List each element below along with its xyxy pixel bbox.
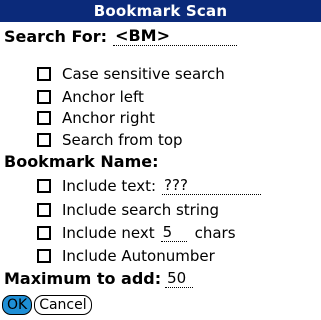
search-label: Search For: (4, 27, 108, 46)
checkbox-include-text[interactable]: Include text: ??? (0, 175, 321, 196)
checkbox-box[interactable] (37, 66, 51, 81)
ok-button[interactable]: OK (2, 294, 33, 315)
checkbox-include-search-string[interactable]: Include search string (0, 199, 321, 220)
bookmark-name-row: Bookmark Name: (0, 151, 321, 172)
checkbox-box[interactable] (37, 248, 51, 263)
maximum-label: Maximum to add: (4, 269, 162, 288)
search-row: Search For: <BM> (0, 26, 321, 47)
include-text-input[interactable]: ??? (162, 176, 262, 195)
maximum-input[interactable]: 50 (165, 269, 194, 288)
checkbox-label: Anchor right (62, 108, 155, 127)
checkbox-box[interactable] (37, 110, 51, 125)
checkbox-case-sensitive[interactable]: Case sensitive search (0, 63, 321, 84)
checkbox-label: Search from top (62, 130, 183, 149)
maximum-row: Maximum to add: 50 (0, 268, 321, 289)
button-row: OK Cancel (0, 294, 321, 315)
checkbox-label: Include text: (62, 176, 157, 195)
checkbox-include-next[interactable]: Include next 5 chars (0, 222, 321, 243)
checkbox-label: Include next (62, 223, 155, 242)
checkbox-label: Include Autonumber (62, 246, 215, 265)
cancel-button[interactable]: Cancel (34, 294, 92, 315)
checkbox-box[interactable] (37, 202, 51, 217)
checkbox-box[interactable] (37, 89, 51, 104)
search-input[interactable]: <BM> (113, 27, 238, 46)
checkbox-include-autonumber[interactable]: Include Autonumber (0, 245, 321, 266)
checkbox-search-from-top[interactable]: Search from top (0, 129, 321, 150)
checkbox-label: Include search string (62, 200, 220, 219)
checkbox-label: Case sensitive search (62, 64, 225, 83)
checkbox-anchor-left[interactable]: Anchor left (0, 86, 321, 107)
checkbox-box[interactable] (37, 178, 51, 193)
checkbox-anchor-right[interactable]: Anchor right (0, 107, 321, 128)
include-next-input[interactable]: 5 (160, 223, 187, 242)
window-title: Bookmark Scan (0, 0, 321, 22)
checkbox-box[interactable] (37, 225, 51, 240)
checkbox-label: Anchor left (62, 87, 144, 106)
checkbox-box[interactable] (37, 132, 51, 147)
chars-label: chars (194, 223, 236, 242)
bookmark-name-label: Bookmark Name: (4, 152, 159, 171)
